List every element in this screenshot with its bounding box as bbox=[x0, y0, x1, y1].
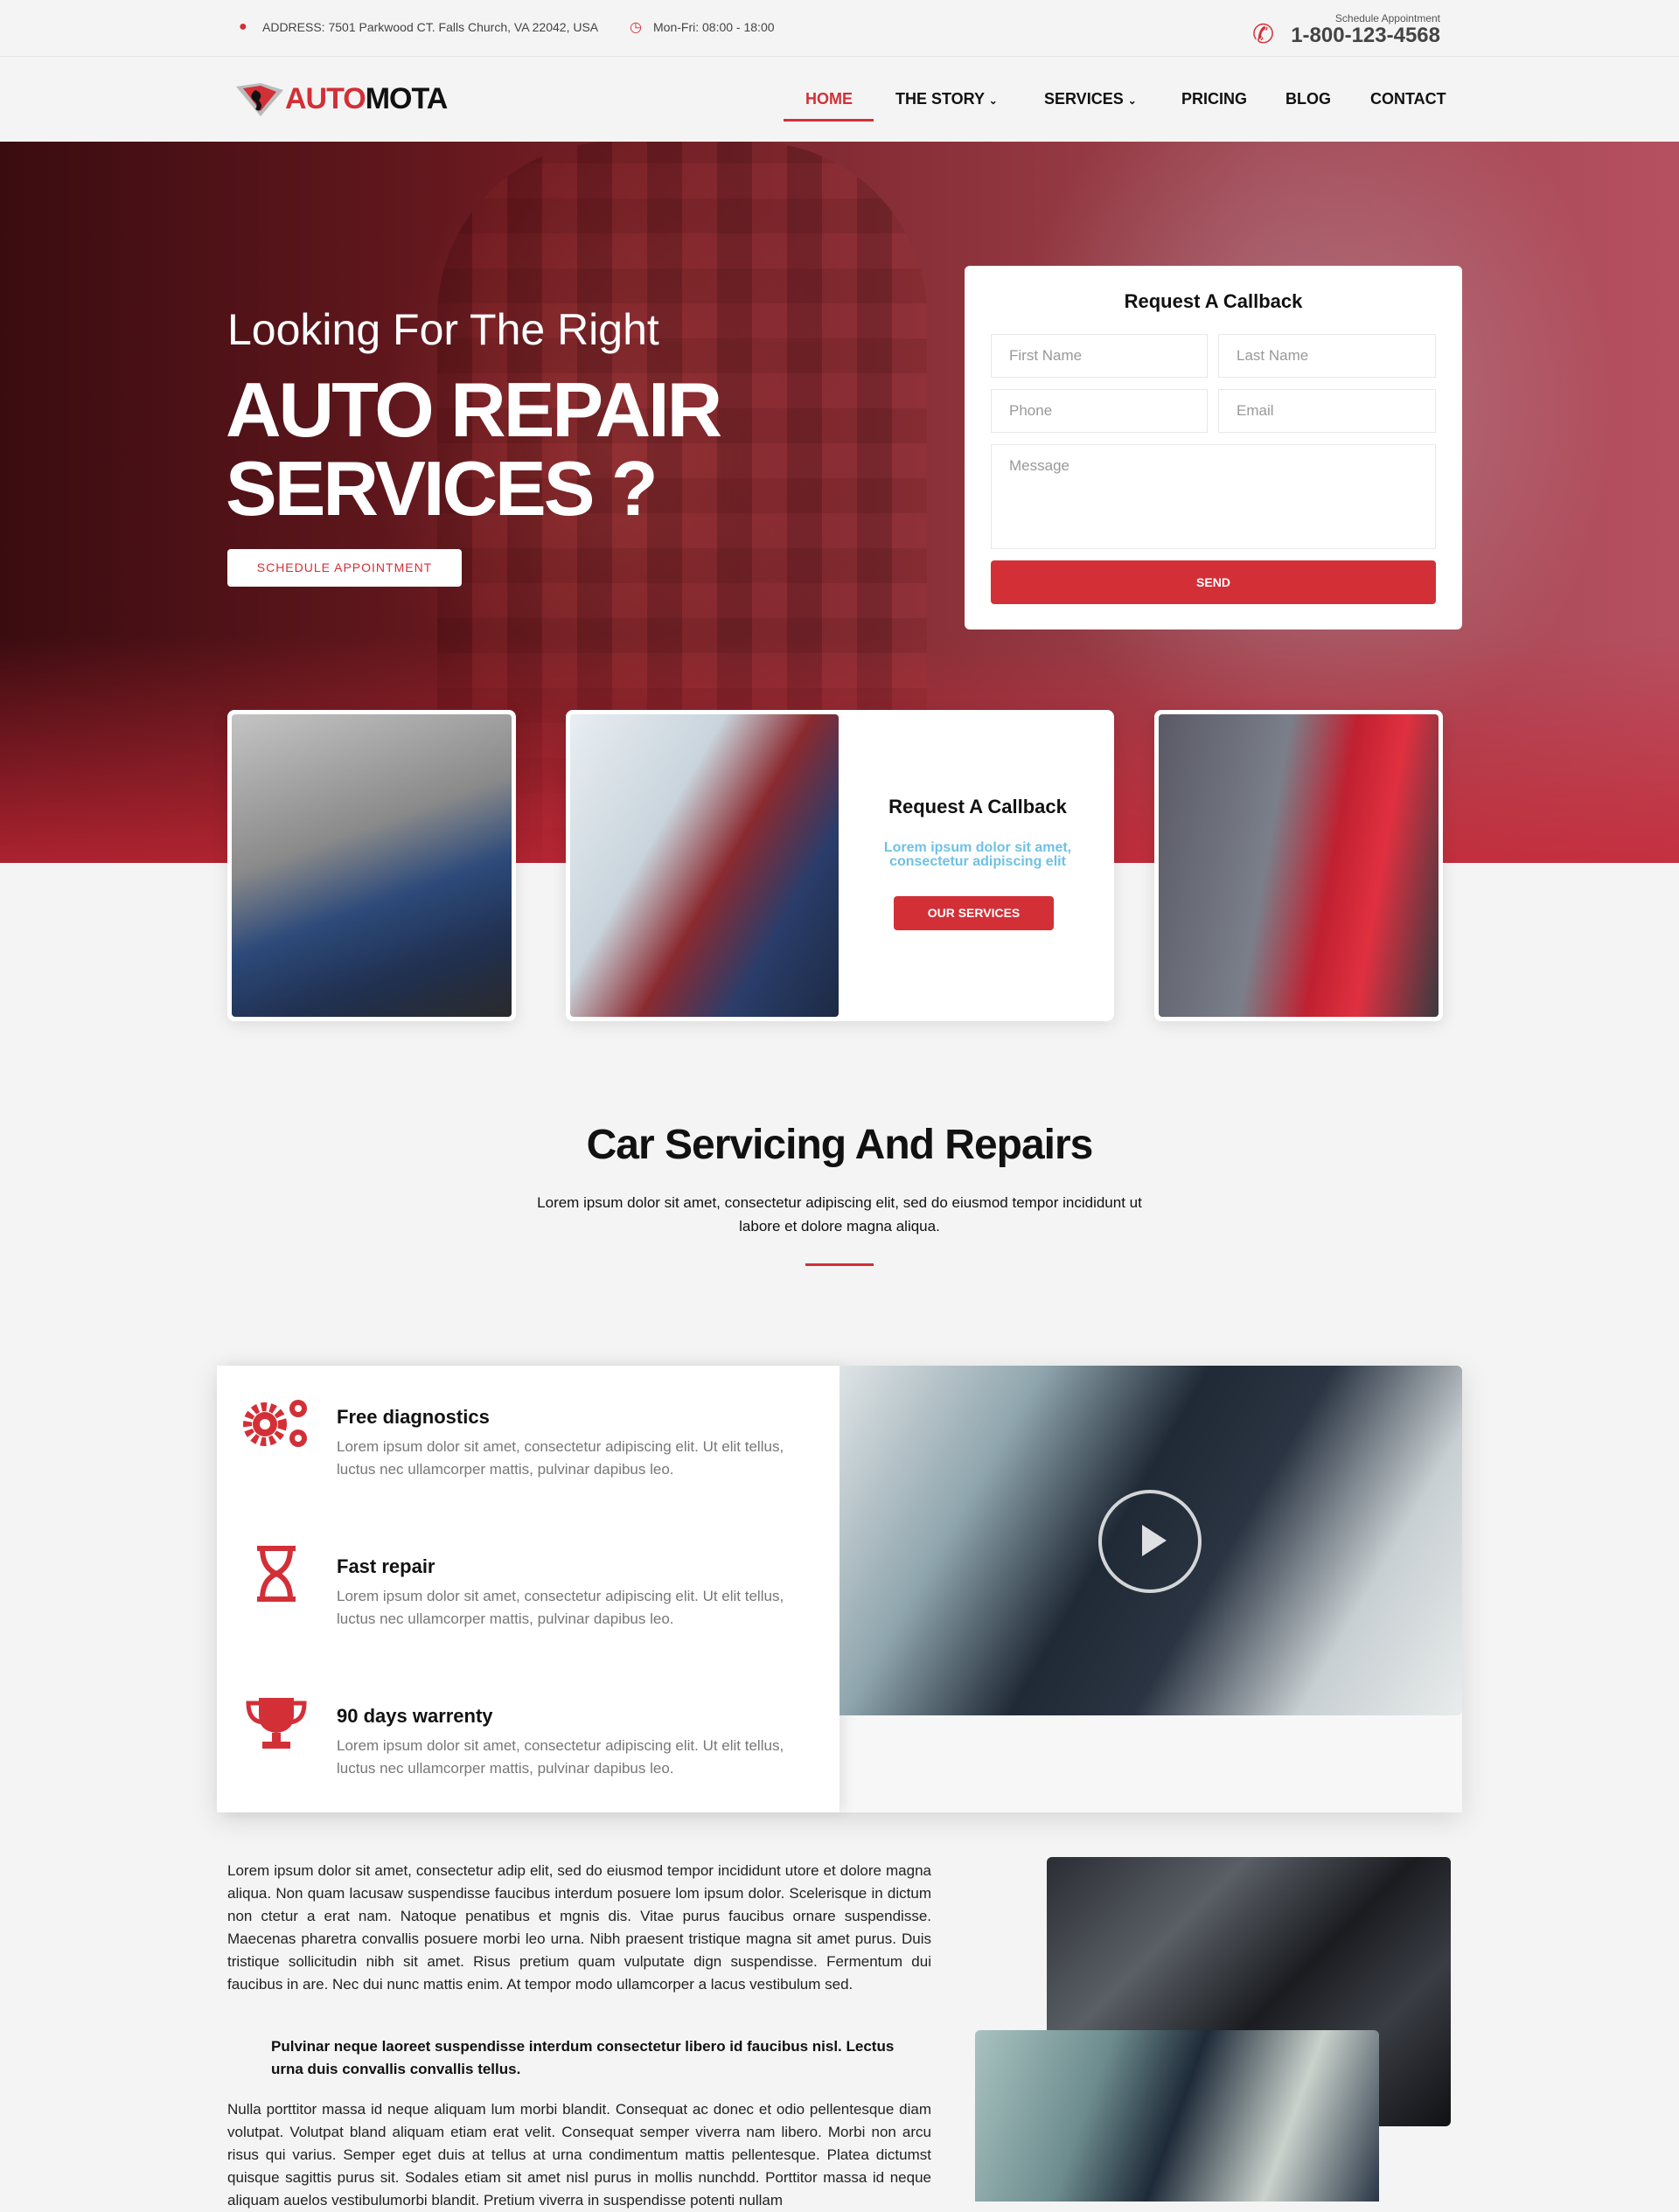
phone-input[interactable]: Phone bbox=[991, 389, 1208, 433]
mechanic-video-thumbnail[interactable] bbox=[840, 1366, 1462, 1715]
callback-form: Request A Callback First Name Last Name … bbox=[965, 266, 1462, 630]
feature-text: Lorem ipsum dolor sit amet, consectetur … bbox=[337, 1438, 784, 1478]
phone-number[interactable]: 1-800-123-4568 bbox=[1291, 24, 1440, 48]
hours-text: Mon-Fri: 08:00 - 18:00 bbox=[653, 20, 775, 34]
chevron-down-icon: ⌄ bbox=[1127, 94, 1137, 107]
section-text: Lorem ipsum dolor sit amet, consectetur … bbox=[537, 1194, 1142, 1235]
feature-title: Fast repair bbox=[337, 1555, 435, 1577]
article-paragraph-1: Lorem ipsum dolor sit amet, consectetur … bbox=[227, 1862, 931, 1993]
nav-home[interactable]: HOME bbox=[805, 90, 853, 108]
gears-icon bbox=[243, 1400, 307, 1447]
hero-title-line1: AUTO REPAIR bbox=[226, 366, 722, 453]
feature-text: Lorem ipsum dolor sit amet, consectetur … bbox=[337, 1737, 784, 1777]
nav-the-story-label: THE STORY bbox=[895, 90, 985, 108]
last-name-input[interactable]: Last Name bbox=[1218, 334, 1436, 378]
mechanics-van-photo bbox=[570, 714, 839, 1017]
mechanic-engine-photo bbox=[232, 714, 512, 1017]
section-divider bbox=[805, 1263, 874, 1266]
play-button[interactable] bbox=[1098, 1490, 1202, 1593]
schedule-label: Schedule Appointment bbox=[1334, 12, 1440, 24]
logo-emblem-icon bbox=[236, 83, 283, 116]
article-quote: Pulvinar neque laoreet suspendisse inter… bbox=[271, 2038, 895, 2077]
nav-contact[interactable]: CONTACT bbox=[1370, 90, 1446, 108]
promo-title: Request A Callback bbox=[888, 796, 1067, 817]
top-bar: ● ADDRESS: 7501 Parkwood CT. Falls Churc… bbox=[0, 0, 1679, 57]
logo-text-auto: AUTO bbox=[285, 81, 366, 115]
play-icon bbox=[1142, 1525, 1167, 1556]
hero-subtitle: Looking For The Right bbox=[227, 305, 659, 354]
location-pin-icon: ● bbox=[239, 19, 247, 34]
chevron-down-icon: ⌄ bbox=[988, 94, 998, 107]
nav-blog[interactable]: BLOG bbox=[1285, 90, 1331, 108]
hero-title: AUTO REPAIR SERVICES ? bbox=[226, 366, 722, 532]
nav-services-label: SERVICES bbox=[1044, 90, 1124, 108]
hourglass-icon bbox=[257, 1546, 296, 1602]
nav-pricing[interactable]: PRICING bbox=[1181, 90, 1247, 108]
message-textarea[interactable]: Message bbox=[991, 444, 1436, 549]
nav-active-underline bbox=[784, 119, 874, 122]
feature-title: 90 days warrenty bbox=[337, 1705, 493, 1727]
photo-card-mechanic bbox=[227, 710, 516, 1021]
clock-icon: ◷ bbox=[630, 20, 642, 35]
main-nav: AUTO MOTA HOME THE STORY ⌄ SERVICES ⌄ PRI… bbox=[0, 57, 1679, 142]
schedule-appointment-button[interactable]: SCHEDULE APPOINTMENT bbox=[227, 549, 462, 587]
send-button[interactable]: SEND bbox=[991, 560, 1436, 604]
promo-card: Request A Callback Lorem ipsum dolor sit… bbox=[566, 710, 1114, 1021]
phone-icon: ✆ bbox=[1252, 20, 1275, 49]
tire-repair-photo bbox=[1159, 714, 1439, 1017]
email-input[interactable]: Email bbox=[1218, 389, 1436, 433]
logo[interactable]: AUTO MOTA bbox=[234, 81, 449, 116]
promo-text: Lorem ipsum dolor sit amet, consectetur … bbox=[883, 840, 1072, 869]
first-name-input[interactable]: First Name bbox=[991, 334, 1208, 378]
hero-title-line2: SERVICES ? bbox=[226, 445, 658, 532]
address-text: ADDRESS: 7501 Parkwood CT. Falls Church,… bbox=[262, 20, 599, 34]
trophy-icon bbox=[246, 1698, 307, 1749]
feature-text: Lorem ipsum dolor sit amet, consectetur … bbox=[337, 1588, 784, 1627]
article-paragraph-2: Nulla porttitor massa id neque aliquam l… bbox=[227, 2101, 931, 2209]
feature-title: Free diagnostics bbox=[337, 1406, 490, 1428]
section-title: Car Servicing And Repairs bbox=[586, 1122, 1094, 1168]
logo-text-mota: MOTA bbox=[365, 81, 449, 115]
nav-the-story[interactable]: THE STORY ⌄ bbox=[895, 90, 998, 108]
photo-card-tire bbox=[1154, 710, 1443, 1021]
our-services-button[interactable]: OUR SERVICES bbox=[894, 896, 1054, 930]
mechanic-photo bbox=[975, 2030, 1379, 2202]
form-title: Request A Callback bbox=[1124, 290, 1303, 312]
nav-services[interactable]: SERVICES ⌄ bbox=[1044, 90, 1137, 108]
